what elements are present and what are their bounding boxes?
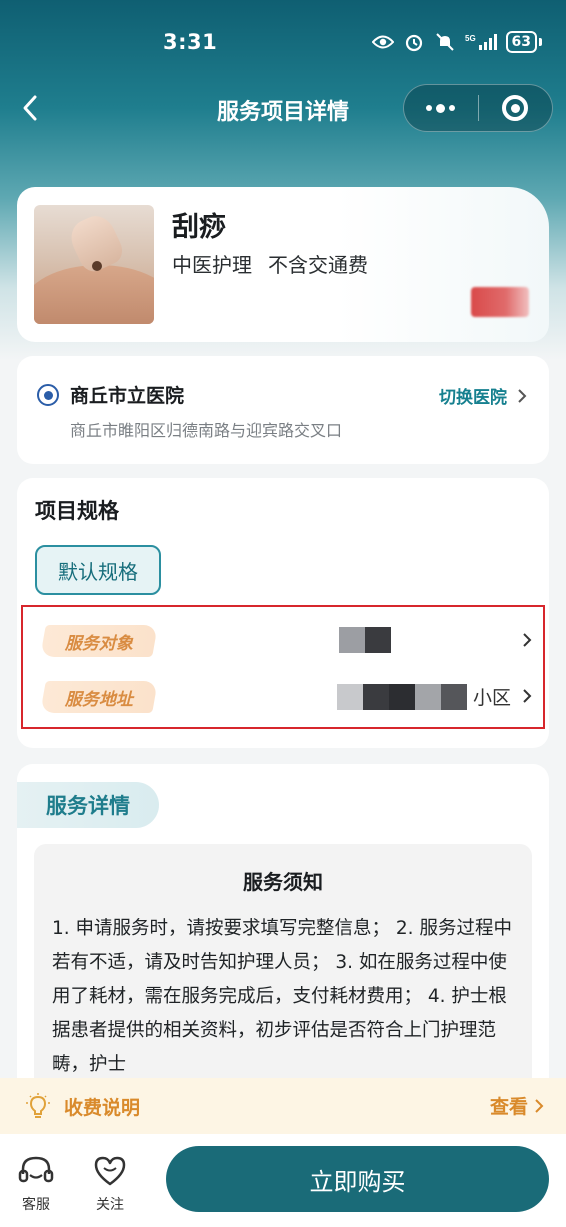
follow-button[interactable]: 关注: [85, 1154, 135, 1214]
detail-card: 服务详情 服务须知 1. 申请服务时，请按要求填写完整信息； 2. 服务过程中若…: [17, 764, 549, 1094]
navigation-bar: 服务项目详情: [0, 80, 566, 136]
service-target-value: [339, 627, 391, 653]
bottom-bar: 客服 关注 立即购买: [0, 1134, 566, 1227]
spec-card: 项目规格 默认规格 服务对象 服务地址 小区: [17, 478, 549, 748]
hospital-address: 商丘市睢阳区归德南路与迎宾路交叉口: [70, 421, 343, 440]
close-miniprogram-button[interactable]: [479, 84, 553, 132]
signal-icon: 5G: [465, 32, 497, 52]
customer-service-label: 客服: [22, 1197, 50, 1213]
hospital-logo-icon: [37, 384, 59, 406]
fee-view-label: 查看: [489, 1096, 528, 1118]
more-dot-icon: [426, 105, 433, 111]
headset-icon: [18, 1156, 54, 1183]
highlight-box: 服务对象 服务地址 小区: [21, 605, 545, 729]
alarm-icon: [403, 32, 425, 52]
notice-box: 服务须知 1. 申请服务时，请按要求填写完整信息； 2. 服务过程中若有不适，请…: [34, 844, 532, 1094]
mute-bell-icon: [434, 32, 456, 52]
fee-label: 收费说明: [64, 1097, 141, 1119]
product-tags: 中医护理 不含交通费: [172, 249, 368, 278]
detail-tab: 服务详情: [17, 782, 159, 828]
fee-view-link[interactable]: 查看: [490, 1092, 544, 1119]
target-close-icon: [502, 95, 529, 121]
chevron-right-icon: [517, 684, 537, 708]
switch-hospital-button[interactable]: 切换医院: [439, 383, 527, 408]
product-card: 刮痧 中医护理 不含交通费: [17, 187, 549, 342]
follow-label: 关注: [96, 1197, 124, 1213]
spec-title: 项目规格: [35, 499, 119, 523]
heart-icon: [94, 1156, 126, 1186]
status-bar: 3:31 5G 63: [0, 0, 566, 80]
notice-text: 1. 申请服务时，请按要求填写完整信息； 2. 服务过程中若有不适，请及时告知护…: [52, 918, 512, 1075]
switch-hospital-label: 切换医院: [439, 388, 507, 408]
price-redacted: [471, 287, 529, 317]
status-time: 3:31: [163, 30, 218, 54]
fee-bar[interactable]: 收费说明 查看: [0, 1078, 566, 1134]
chevron-right-icon: [518, 388, 527, 403]
customer-service-button[interactable]: 客服: [11, 1154, 61, 1214]
battery-indicator: 63: [505, 31, 537, 53]
more-button[interactable]: [404, 84, 478, 132]
row-label: 服务对象: [40, 625, 158, 657]
product-name: 刮痧: [172, 212, 226, 243]
chevron-right-icon: [517, 628, 537, 652]
service-target-row[interactable]: 服务对象: [35, 615, 541, 667]
lightbulb-icon: [26, 1093, 50, 1118]
chevron-right-icon: [535, 1098, 544, 1113]
more-dot-icon: [436, 103, 446, 113]
product-tag: 不含交通费: [268, 253, 368, 277]
spec-option-default[interactable]: 默认规格: [35, 545, 161, 595]
miniprogram-capsule: [403, 84, 553, 132]
buy-now-button[interactable]: 立即购买: [166, 1146, 549, 1212]
product-image: [34, 205, 154, 324]
hospital-card: 商丘市立医院 切换医院 商丘市睢阳区归德南路与迎宾路交叉口: [17, 356, 549, 464]
more-dot-icon: [449, 105, 456, 111]
hospital-name: 商丘市立医院: [70, 385, 185, 407]
service-address-value: 小区: [336, 683, 511, 710]
eye-icon: [371, 32, 394, 52]
status-icons: 5G 63: [371, 31, 542, 53]
service-address-row[interactable]: 服务地址 小区: [35, 671, 541, 723]
notice-title: 服务须知: [243, 870, 323, 894]
product-tag: 中医护理: [172, 253, 252, 277]
battery-tip: [539, 38, 542, 46]
row-label: 服务地址: [40, 681, 158, 713]
svg-text:5G: 5G: [465, 34, 476, 43]
